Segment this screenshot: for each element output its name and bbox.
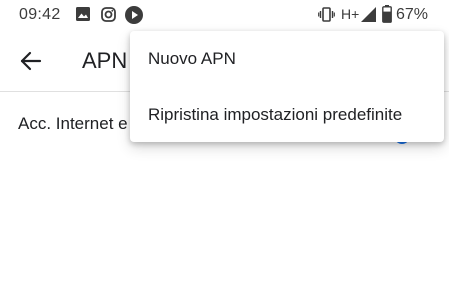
menu-item-label: Ripristina impostazioni predefinite [148, 105, 403, 124]
menu-item-new-apn[interactable]: Nuovo APN [130, 31, 444, 86]
instagram-icon [101, 7, 116, 22]
arrow-back-icon[interactable] [16, 46, 46, 76]
overflow-menu: Nuovo APN Ripristina impostazioni predef… [130, 31, 444, 142]
signal-icon [361, 7, 376, 22]
menu-item-reset-defaults[interactable]: Ripristina impostazioni predefinite [130, 87, 444, 142]
battery-icon [382, 5, 392, 23]
page-title: APN [82, 48, 128, 73]
network-type: H+ [341, 6, 360, 22]
menu-item-label: Nuovo APN [148, 49, 236, 68]
clock: 09:42 [19, 6, 61, 23]
vibrate-icon [318, 7, 335, 22]
play-icon [125, 6, 143, 24]
status-bar: 09:42 H+ 67% [0, 0, 449, 30]
apn-item-label: Acc. Internet e [18, 114, 128, 133]
image-icon [76, 7, 90, 21]
battery-percentage: 67% [396, 6, 429, 23]
